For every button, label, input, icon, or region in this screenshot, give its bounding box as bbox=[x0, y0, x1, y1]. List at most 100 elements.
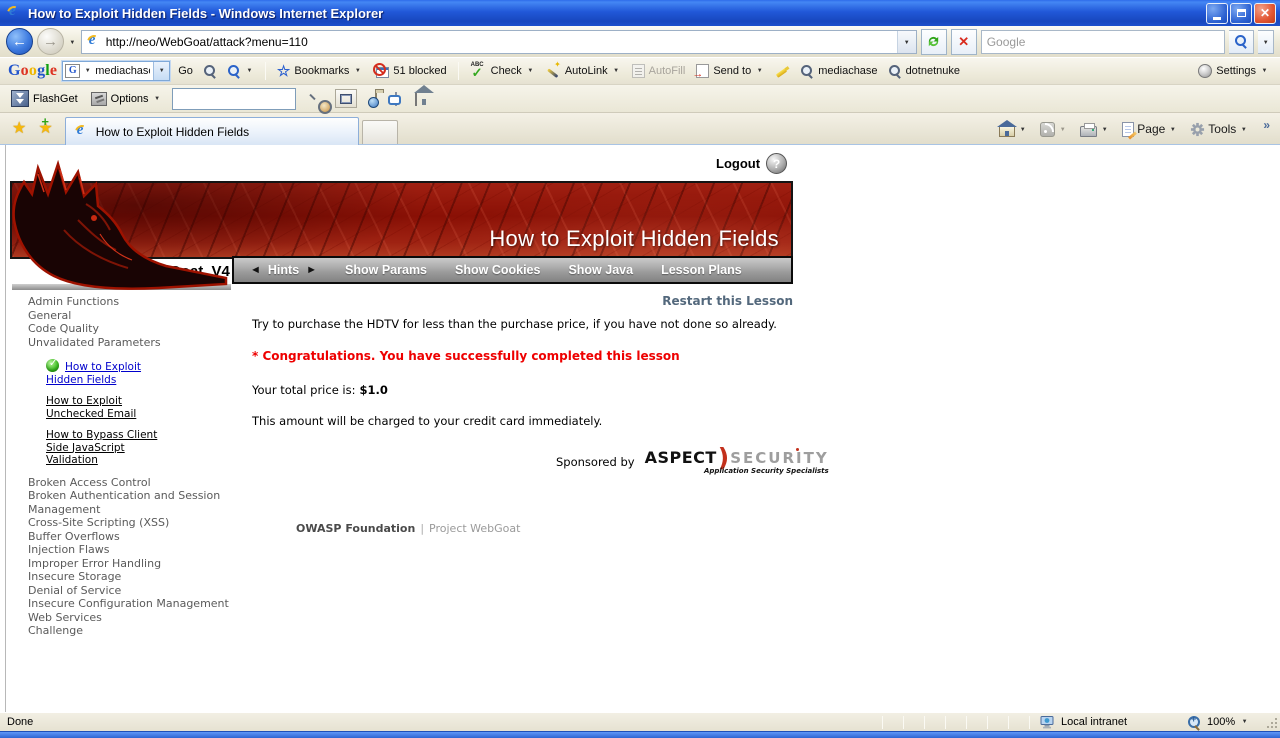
bookmarks-button[interactable]: Bookmarks bbox=[274, 60, 365, 82]
logout-button[interactable]: Logout bbox=[716, 156, 760, 171]
sidebar-top-categories: Admin FunctionsGeneralCode QualityUnvali… bbox=[28, 295, 236, 349]
address-input[interactable] bbox=[106, 35, 893, 49]
search-icon bbox=[1235, 35, 1248, 48]
recent-pages-dropdown[interactable] bbox=[68, 33, 77, 51]
refresh-button[interactable] bbox=[921, 29, 947, 55]
flashget-search-input[interactable] bbox=[172, 88, 296, 110]
sidebar-category[interactable]: Insecure Storage bbox=[28, 570, 236, 584]
autofill-label: AutoFill bbox=[649, 65, 686, 77]
sidebar-category[interactable]: Web Services bbox=[28, 611, 236, 625]
google-search-combo[interactable]: mediachase bbox=[62, 61, 170, 81]
sidebar-category[interactable]: Broken Authentication and Session Manage… bbox=[28, 489, 236, 516]
status-bar: Done Local intranet 100% bbox=[0, 712, 1280, 731]
sidebar-category[interactable]: Unvalidated Parameters bbox=[28, 336, 236, 350]
flashget-home-button[interactable] bbox=[415, 93, 417, 105]
back-button[interactable] bbox=[6, 28, 33, 55]
sidebar-category[interactable]: Injection Flaws bbox=[28, 543, 236, 557]
flashget-button[interactable]: FlashGet bbox=[8, 88, 81, 109]
print-button[interactable] bbox=[1076, 119, 1113, 139]
sidebar-category[interactable]: Denial of Service bbox=[28, 584, 236, 598]
sidebar-category[interactable]: Broken Access Control bbox=[28, 476, 236, 490]
sidebar-category[interactable]: General bbox=[28, 309, 236, 323]
search-input[interactable] bbox=[987, 35, 1220, 49]
show-params-button[interactable]: Show Params bbox=[345, 263, 427, 277]
status-pane-separator bbox=[987, 716, 988, 729]
sidebar-lesson-link[interactable]: How to Exploit Unchecked Email bbox=[46, 395, 172, 420]
sidebar-category[interactable]: Buffer Overflows bbox=[28, 530, 236, 544]
address-history-dropdown[interactable] bbox=[897, 31, 916, 53]
show-java-button[interactable]: Show Java bbox=[568, 263, 633, 277]
sidebar-category[interactable]: Cross-Site Scripting (XSS) bbox=[28, 516, 236, 530]
restore-button[interactable] bbox=[1230, 3, 1252, 24]
page-label: Page bbox=[1137, 122, 1165, 136]
popup-blocker-button[interactable]: 51 blocked bbox=[370, 62, 449, 80]
home-button[interactable] bbox=[995, 119, 1031, 139]
hints-next-arrow-icon[interactable]: ► bbox=[306, 264, 317, 276]
forward-button[interactable] bbox=[37, 28, 64, 55]
combo-dropdown-button[interactable] bbox=[153, 62, 169, 80]
sidebar-category[interactable]: Challenge bbox=[28, 624, 236, 638]
close-button[interactable] bbox=[1254, 3, 1276, 24]
stop-icon bbox=[958, 33, 969, 51]
toolbar-overflow-chevron[interactable]: » bbox=[1257, 118, 1272, 140]
zoom-level: 100% bbox=[1207, 716, 1235, 728]
status-pane-separator bbox=[882, 716, 883, 729]
highlighter-button[interactable] bbox=[772, 62, 793, 81]
show-cookies-button[interactable]: Show Cookies bbox=[455, 263, 540, 277]
help-button[interactable]: ? bbox=[766, 153, 787, 174]
status-pane-separator bbox=[1029, 716, 1030, 729]
taskbar-edge[interactable] bbox=[0, 731, 1280, 738]
mediachase-word-button[interactable]: mediachase bbox=[798, 63, 880, 80]
google-go-button[interactable]: Go bbox=[175, 63, 196, 79]
sidebar-category[interactable]: Code Quality bbox=[28, 322, 236, 336]
google-toolbar: Google mediachase Go Bookmarks 51 blocke… bbox=[0, 58, 1280, 85]
flashget-icon-group bbox=[317, 89, 417, 108]
page-menu-button[interactable]: Page bbox=[1118, 120, 1181, 139]
spellcheck-button[interactable]: Check bbox=[467, 62, 538, 81]
sidebar-lesson-link[interactable]: How to Exploit Hidden Fields bbox=[46, 359, 172, 386]
hints-button[interactable]: Hints bbox=[268, 263, 299, 277]
flashget-options-button[interactable]: Options bbox=[88, 90, 165, 108]
search-provider-dropdown[interactable] bbox=[1258, 30, 1274, 54]
autolink-button[interactable]: AutoLink bbox=[543, 62, 624, 81]
add-favorite-icon[interactable] bbox=[38, 118, 52, 138]
flashget-download-page-button[interactable] bbox=[395, 93, 397, 105]
project-webgoat-link[interactable]: Project WebGoat bbox=[429, 522, 520, 535]
new-tab-button[interactable] bbox=[362, 120, 398, 144]
hints-prev-arrow-icon[interactable]: ◄ bbox=[250, 264, 261, 276]
resize-grip[interactable] bbox=[1275, 726, 1277, 728]
aspect-security-logo[interactable]: ASPECT ) SECURITY Application Security S… bbox=[645, 448, 829, 475]
search-go-button[interactable] bbox=[1229, 30, 1254, 54]
minimize-button[interactable] bbox=[1206, 3, 1228, 24]
title-bar: How to Exploit Hidden Fields - Windows I… bbox=[0, 0, 1280, 26]
search-site-button[interactable] bbox=[201, 63, 220, 80]
search-web-button[interactable] bbox=[225, 63, 257, 80]
flashget-monitor-button[interactable] bbox=[335, 89, 357, 108]
favorites-center-icon[interactable] bbox=[12, 118, 26, 138]
local-intranet-icon bbox=[1040, 716, 1055, 729]
spellcheck-icon bbox=[470, 64, 487, 79]
flashget-site-explorer-button[interactable] bbox=[375, 93, 377, 105]
autofill-button: AutoFill bbox=[629, 62, 689, 80]
stop-button[interactable] bbox=[951, 29, 977, 55]
owasp-foundation-link[interactable]: OWASP Foundation bbox=[296, 522, 415, 535]
page-footer: OWASP Foundation | Project WebGoat bbox=[296, 522, 520, 535]
sidebar-category[interactable]: Improper Error Handling bbox=[28, 557, 236, 571]
flashget-label: FlashGet bbox=[33, 93, 78, 105]
settings-button[interactable]: Settings bbox=[1195, 62, 1272, 80]
tab-active[interactable]: How to Exploit Hidden Fields bbox=[65, 117, 359, 145]
go-label: Go bbox=[178, 65, 193, 77]
send-to-button[interactable]: Send to bbox=[693, 62, 767, 80]
sidebar-category[interactable]: Admin Functions bbox=[28, 295, 236, 309]
toolbar-separator bbox=[265, 62, 266, 80]
sidebar-lesson-link[interactable]: How to Bypass Client Side JavaScript Val… bbox=[46, 429, 172, 467]
dotnetnuke-word-button[interactable]: dotnetnuke bbox=[886, 63, 963, 80]
restart-lesson-link[interactable]: Restart this Lesson bbox=[252, 294, 793, 308]
autolink-label: AutoLink bbox=[565, 65, 608, 77]
lesson-plans-button[interactable]: Lesson Plans bbox=[661, 263, 742, 277]
sponsor-tagline: Application Security Specialists bbox=[704, 467, 829, 475]
zoom-control[interactable]: 100% bbox=[1188, 715, 1276, 729]
sidebar-category[interactable]: Insecure Configuration Management bbox=[28, 597, 236, 611]
tools-menu-button[interactable]: Tools bbox=[1186, 120, 1252, 139]
status-pane-separator bbox=[903, 716, 904, 729]
